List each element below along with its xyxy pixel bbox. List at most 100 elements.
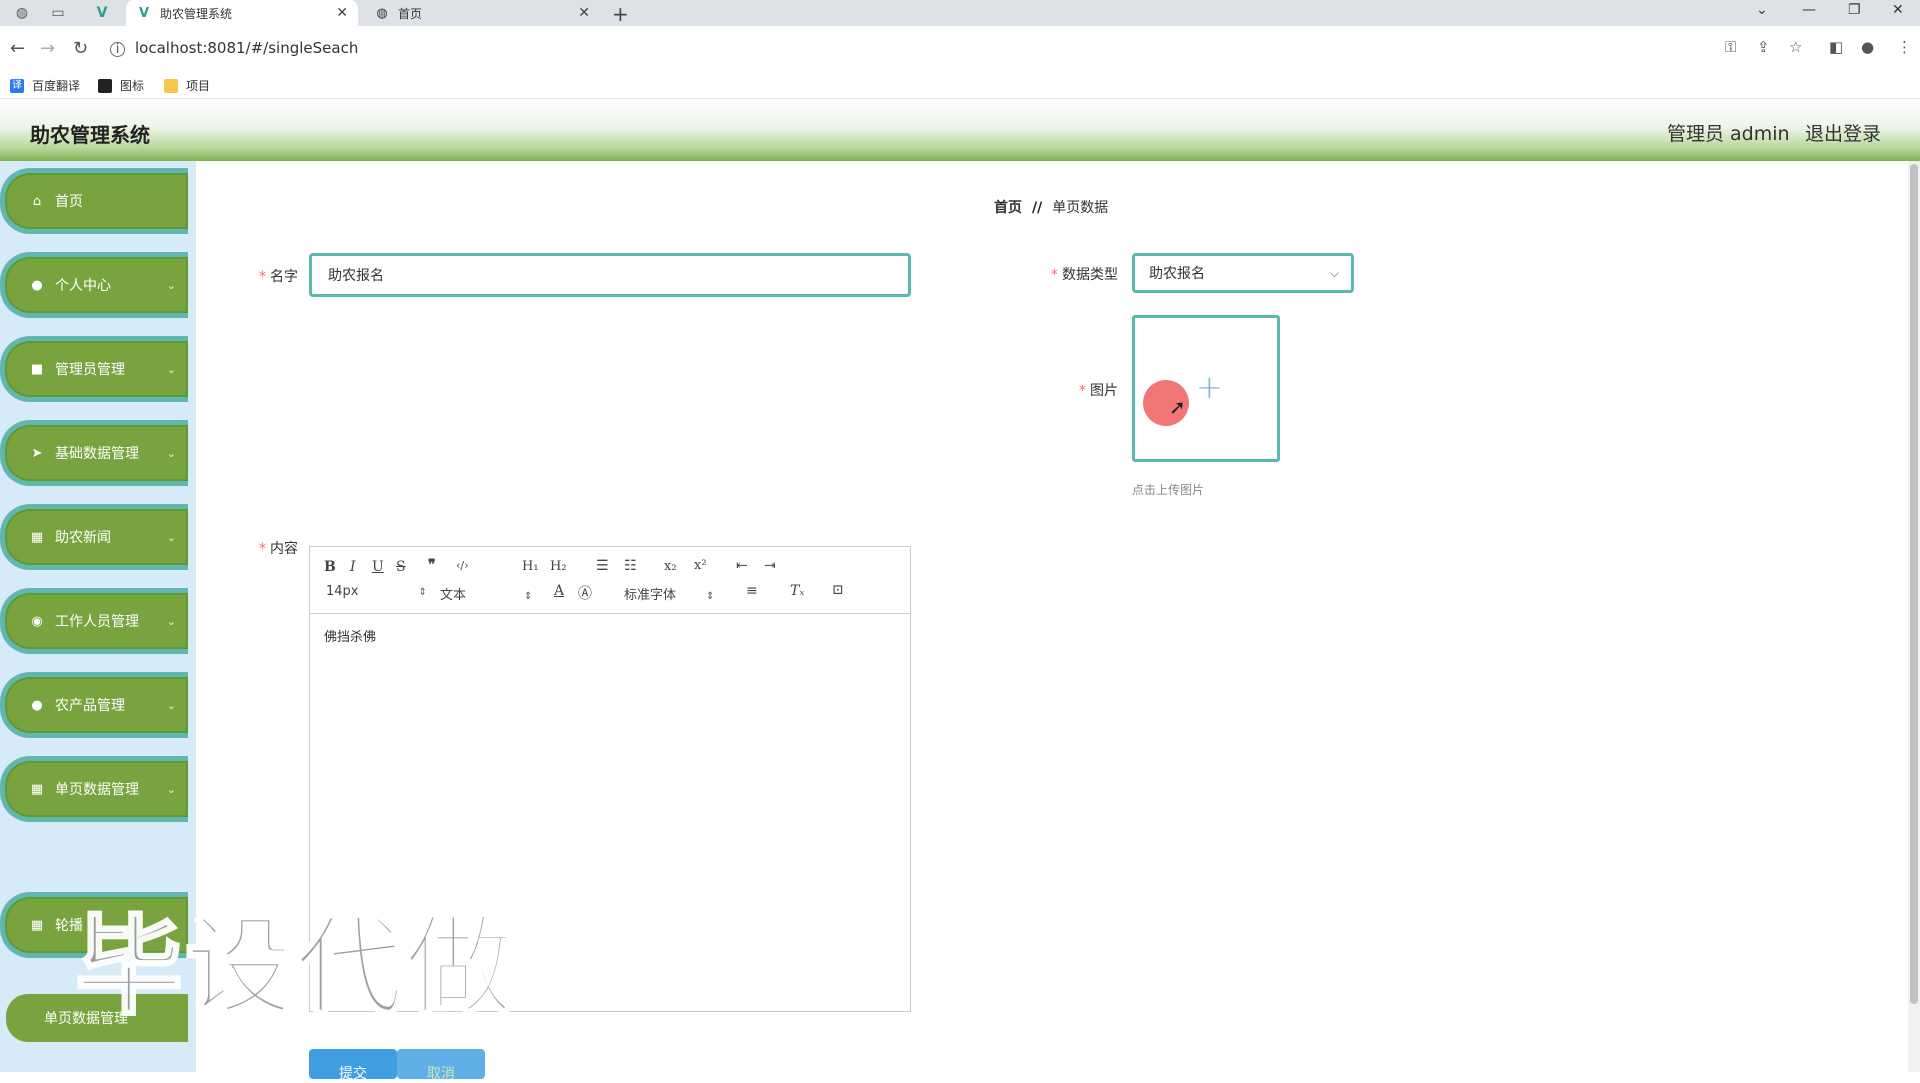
insert-image-icon[interactable]: ⊡ [832, 582, 844, 598]
star-icon[interactable]: ☆ [1789, 38, 1802, 56]
sidebar-item-admin[interactable]: ■ 管理员管理 ⌄ [0, 336, 188, 402]
profile-avatar-icon[interactable]: ● [1861, 38, 1874, 56]
bookmark-baidu-translate[interactable]: 译 百度翻译 [10, 77, 80, 94]
clear-format-icon[interactable]: Tₓ [790, 583, 804, 599]
chevron-down-icon: ⌄ [166, 531, 176, 544]
chevron-down-icon: ⌄ [166, 615, 176, 628]
ordered-list-icon[interactable]: ☰ [596, 558, 609, 574]
sidebar-item-basic-data[interactable]: ➤ 基础数据管理 ⌄ [0, 420, 188, 486]
minimize-icon[interactable]: — [1802, 2, 1816, 18]
grid-icon: ▦ [30, 917, 44, 933]
sidebar-item-news[interactable]: ▦ 助农新闻 ⌄ [0, 504, 188, 570]
editor-content[interactable]: 佛挡杀佛 [310, 614, 910, 657]
header-2-icon[interactable]: H₂ [550, 559, 567, 574]
tab-title: 助农管理系统 [160, 6, 233, 21]
page-scrollbar[interactable] [1908, 161, 1920, 1072]
url-field[interactable]: i localhost:8081/#/singleSeach [110, 39, 358, 57]
subscript-icon[interactable]: x₂ [664, 559, 677, 574]
close-tab-icon[interactable]: ✕ [578, 5, 590, 21]
close-window-icon[interactable]: ✕ [1892, 2, 1904, 18]
content-label: * 内容 [259, 541, 298, 557]
bullet-list-icon[interactable]: ☷ [624, 558, 637, 574]
breadcrumb-current: 单页数据 [1052, 200, 1109, 216]
share-icon[interactable]: ⇪ [1757, 38, 1770, 56]
font-family-select[interactable]: 标准字体 ⇕ [624, 584, 714, 603]
back-arrow-icon[interactable]: ← [10, 38, 25, 59]
home-icon: ⌂ [32, 193, 42, 209]
address-bar: ← → ↻ i localhost:8081/#/singleSeach ⚿ ⇪ … [0, 26, 1920, 70]
superscript-icon[interactable]: x² [694, 558, 707, 573]
chevron-down-icon: ⌄ [166, 783, 176, 796]
restore-icon[interactable]: ❐ [1848, 2, 1861, 18]
plus-icon: + [1196, 368, 1223, 406]
chevron-down-icon: ⌵ [1329, 266, 1339, 280]
updown-arrow-icon: ⇕ [706, 591, 715, 602]
image-upload-box[interactable]: ➚ + [1132, 315, 1280, 462]
align-icon[interactable]: ≡ [746, 583, 758, 599]
browser-tab-active[interactable]: V 助农管理系统 ✕ [126, 0, 358, 26]
browser-tab-bar: ◍ ▭ V V 助农管理系统 ✕ ◍ 首页 ✕ + ⌄ — ❐ ✕ [0, 0, 1920, 26]
bold-icon[interactable]: B [324, 559, 336, 575]
italic-icon[interactable]: I [350, 559, 356, 575]
app-title: 助农管理系统 [30, 123, 150, 147]
font-size-select[interactable]: 14px ⇕ [326, 584, 427, 599]
video-icon: ■ [30, 361, 44, 377]
key-icon[interactable]: ⚿ [1725, 38, 1736, 56]
sidebar-item-products[interactable]: ● 农产品管理 ⌄ [0, 672, 188, 738]
chevron-down-icon: ⌄ [166, 279, 176, 292]
user-icon: ● [31, 697, 43, 713]
vue-logo-icon: V [138, 5, 150, 21]
chevron-down-icon: ⌄ [166, 447, 176, 460]
new-tab-icon[interactable]: + [612, 2, 629, 26]
required-mark: * [1051, 267, 1058, 283]
pinned-tab-vue-icon[interactable]: V [88, 3, 116, 23]
user-icon: ● [31, 277, 43, 293]
data-type-select[interactable]: 助农报名 ⌵ [1132, 253, 1354, 293]
url-text: localhost:8081/#/singleSeach [135, 39, 359, 57]
breadcrumb: 首页 // 单页数据 [994, 197, 1108, 217]
submit-button[interactable]: 提交 [309, 1049, 397, 1082]
updown-arrow-icon: ⇕ [418, 587, 427, 598]
side-panel-icon[interactable]: ◧ [1829, 38, 1843, 56]
background-color-icon[interactable]: Ⓐ [578, 583, 592, 603]
name-input[interactable] [309, 253, 911, 297]
sidebar-item-single-page[interactable]: ▦ 单页数据管理 ⌄ [0, 756, 188, 822]
logout-link[interactable]: 退出登录 [1805, 119, 1881, 146]
strike-icon[interactable]: S [396, 559, 406, 575]
cancel-button[interactable]: 取消 [397, 1049, 485, 1082]
breadcrumb-separator: // [1032, 200, 1043, 216]
location-icon: ◉ [31, 613, 43, 629]
code-block-icon[interactable]: ‹/› [456, 559, 469, 572]
pinned-tab-globe-icon[interactable]: ◍ [8, 3, 36, 23]
image-label: * 图片 [1079, 383, 1118, 399]
pinned-tab-blank-icon[interactable]: ▭ [44, 3, 72, 23]
outdent-icon[interactable]: ⇤ [736, 558, 748, 574]
font-color-icon[interactable]: A [554, 583, 564, 599]
sidebar-item-home[interactable]: ⌂ 首页 [0, 168, 188, 234]
upload-tip: 点击上传图片 [1132, 483, 1205, 497]
sidebar-item-profile[interactable]: ● 个人中心 ⌄ [0, 252, 188, 318]
data-type-value: 助农报名 [1149, 266, 1205, 282]
blockquote-icon[interactable]: ❞ [428, 557, 436, 573]
browser-tab[interactable]: ◍ 首页 ✕ [364, 0, 600, 26]
bookmark-icons[interactable]: 图标 [98, 77, 144, 94]
sidebar-item-staff[interactable]: ◉ 工作人员管理 ⌄ [0, 588, 188, 654]
tab-search-chevron-icon[interactable]: ⌄ [1756, 2, 1768, 18]
forward-arrow-icon[interactable]: → [40, 38, 55, 59]
header-1-icon[interactable]: H₁ [522, 559, 539, 574]
required-mark: * [259, 541, 266, 557]
breadcrumb-home[interactable]: 首页 [994, 200, 1022, 216]
header-select[interactable]: 文本 ⇕ [440, 584, 532, 603]
watermark: 毕设代做 [73, 904, 516, 1032]
required-mark: * [259, 269, 266, 285]
info-icon[interactable]: i [110, 42, 125, 57]
reload-icon[interactable]: ↻ [73, 38, 88, 59]
bookmark-project-folder[interactable]: 项目 [164, 77, 210, 94]
menu-kebab-icon[interactable]: ⋮ [1897, 38, 1912, 56]
indent-icon[interactable]: ⇥ [764, 558, 776, 574]
underline-icon[interactable]: U [372, 559, 384, 575]
required-mark: * [1079, 383, 1086, 399]
tab-title: 首页 [398, 6, 423, 21]
close-tab-icon[interactable]: ✕ [336, 5, 348, 21]
scrollbar-thumb[interactable] [1910, 164, 1918, 1004]
